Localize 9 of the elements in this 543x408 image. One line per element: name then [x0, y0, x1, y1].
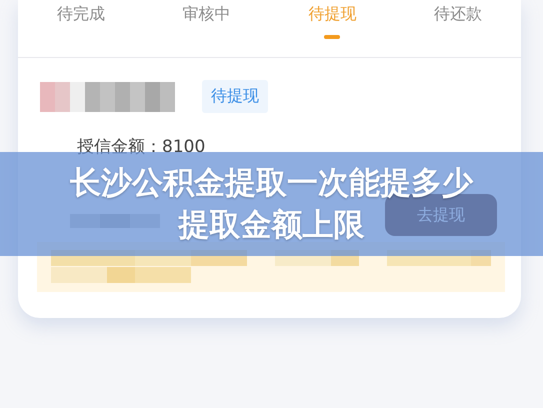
toast-title: 提取金额上限 — [178, 207, 364, 243]
status-tab[interactable]: 审核中 — [182, 0, 231, 25]
status-tab[interactable]: 待提现 — [308, 0, 356, 25]
credit-amount: 授信金额：8100 — [76, 136, 206, 158]
status-tab[interactable]: 待还款 — [434, 0, 482, 25]
status-tag: 待提现 — [202, 80, 268, 113]
toast-title: 长沙公积金提取一次能提多少 — [70, 165, 473, 201]
status-tab[interactable]: 待完成 — [56, 0, 105, 25]
tab-indicator — [324, 35, 340, 39]
